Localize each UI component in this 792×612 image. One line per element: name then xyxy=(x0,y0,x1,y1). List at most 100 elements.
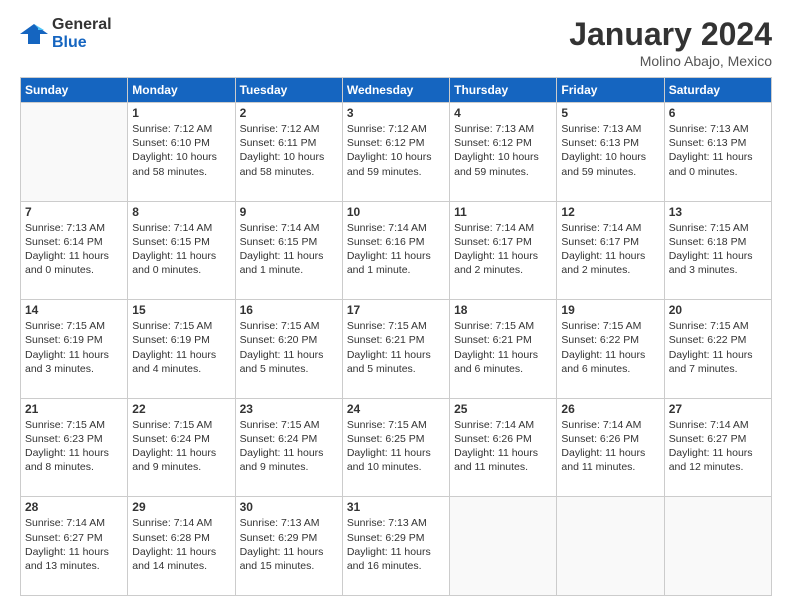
main-title: January 2024 xyxy=(569,16,772,53)
day-info: Sunrise: 7:13 AMSunset: 6:29 PMDaylight:… xyxy=(347,516,445,573)
day-number: 10 xyxy=(347,205,445,219)
day-number: 11 xyxy=(454,205,552,219)
day-number: 3 xyxy=(347,106,445,120)
table-row: 18 Sunrise: 7:15 AMSunset: 6:21 PMDayligh… xyxy=(450,300,557,399)
day-info: Sunrise: 7:15 AMSunset: 6:19 PMDaylight:… xyxy=(132,319,230,376)
table-row: 19 Sunrise: 7:15 AMSunset: 6:22 PMDayligh… xyxy=(557,300,664,399)
day-number: 28 xyxy=(25,500,123,514)
day-number: 19 xyxy=(561,303,659,317)
calendar-week-row: 1 Sunrise: 7:12 AMSunset: 6:10 PMDaylight… xyxy=(21,103,772,202)
table-row: 15 Sunrise: 7:15 AMSunset: 6:19 PMDayligh… xyxy=(128,300,235,399)
day-info: Sunrise: 7:12 AMSunset: 6:12 PMDaylight:… xyxy=(347,122,445,179)
calendar-week-row: 14 Sunrise: 7:15 AMSunset: 6:19 PMDayligh… xyxy=(21,300,772,399)
table-row xyxy=(450,497,557,596)
day-info: Sunrise: 7:13 AMSunset: 6:14 PMDaylight:… xyxy=(25,221,123,278)
day-info: Sunrise: 7:13 AMSunset: 6:13 PMDaylight:… xyxy=(669,122,767,179)
day-number: 15 xyxy=(132,303,230,317)
page: General Blue January 2024 Molino Abajo, … xyxy=(0,0,792,612)
header-friday: Friday xyxy=(557,78,664,103)
calendar-header-row: Sunday Monday Tuesday Wednesday Thursday… xyxy=(21,78,772,103)
title-block: January 2024 Molino Abajo, Mexico xyxy=(569,16,772,69)
day-info: Sunrise: 7:15 AMSunset: 6:24 PMDaylight:… xyxy=(240,418,338,475)
day-info: Sunrise: 7:15 AMSunset: 6:21 PMDaylight:… xyxy=(454,319,552,376)
header-thursday: Thursday xyxy=(450,78,557,103)
day-info: Sunrise: 7:12 AMSunset: 6:10 PMDaylight:… xyxy=(132,122,230,179)
header-saturday: Saturday xyxy=(664,78,771,103)
day-info: Sunrise: 7:13 AMSunset: 6:13 PMDaylight:… xyxy=(561,122,659,179)
day-info: Sunrise: 7:14 AMSunset: 6:27 PMDaylight:… xyxy=(25,516,123,573)
day-number: 29 xyxy=(132,500,230,514)
logo-general-text: General xyxy=(52,16,112,34)
table-row: 9Sunrise: 7:14 AMSunset: 6:15 PMDaylight… xyxy=(235,201,342,300)
table-row: 17Sunrise: 7:15 AMSunset: 6:21 PMDayligh… xyxy=(342,300,449,399)
table-row: 31 Sunrise: 7:13 AMSunset: 6:29 PMDayligh… xyxy=(342,497,449,596)
day-number: 23 xyxy=(240,402,338,416)
logo-bird-icon xyxy=(20,20,48,48)
day-number: 26 xyxy=(561,402,659,416)
table-row: 3 Sunrise: 7:12 AMSunset: 6:12 PMDaylight… xyxy=(342,103,449,202)
table-row xyxy=(664,497,771,596)
day-info: Sunrise: 7:14 AMSunset: 6:17 PMDaylight:… xyxy=(561,221,659,278)
table-row: 1 Sunrise: 7:12 AMSunset: 6:10 PMDaylight… xyxy=(128,103,235,202)
day-info: Sunrise: 7:14 AMSunset: 6:15 PMDaylight:… xyxy=(240,221,338,278)
day-number: 25 xyxy=(454,402,552,416)
header: General Blue January 2024 Molino Abajo, … xyxy=(20,16,772,69)
table-row: 6Sunrise: 7:13 AMSunset: 6:13 PMDaylight… xyxy=(664,103,771,202)
table-row: 7 Sunrise: 7:13 AMSunset: 6:14 PMDaylight… xyxy=(21,201,128,300)
logo-blue-text: Blue xyxy=(52,34,112,52)
day-number: 7 xyxy=(25,205,123,219)
header-tuesday: Tuesday xyxy=(235,78,342,103)
day-info: Sunrise: 7:14 AMSunset: 6:28 PMDaylight:… xyxy=(132,516,230,573)
table-row: 14 Sunrise: 7:15 AMSunset: 6:19 PMDayligh… xyxy=(21,300,128,399)
calendar-week-row: 21 Sunrise: 7:15 AMSunset: 6:23 PMDayligh… xyxy=(21,398,772,497)
logo-text: General Blue xyxy=(52,16,112,51)
day-number: 31 xyxy=(347,500,445,514)
day-number: 16 xyxy=(240,303,338,317)
day-number: 1 xyxy=(132,106,230,120)
table-row: 27 Sunrise: 7:14 AMSunset: 6:27 PMDayligh… xyxy=(664,398,771,497)
table-row: 28 Sunrise: 7:14 AMSunset: 6:27 PMDayligh… xyxy=(21,497,128,596)
table-row xyxy=(557,497,664,596)
day-info: Sunrise: 7:15 AMSunset: 6:23 PMDaylight:… xyxy=(25,418,123,475)
table-row: 29 Sunrise: 7:14 AMSunset: 6:28 PMDayligh… xyxy=(128,497,235,596)
calendar-table: Sunday Monday Tuesday Wednesday Thursday… xyxy=(20,77,772,596)
table-row: 13Sunrise: 7:15 AMSunset: 6:18 PMDayligh… xyxy=(664,201,771,300)
day-number: 20 xyxy=(669,303,767,317)
day-number: 27 xyxy=(669,402,767,416)
day-number: 12 xyxy=(561,205,659,219)
table-row: 5Sunrise: 7:13 AMSunset: 6:13 PMDaylight… xyxy=(557,103,664,202)
table-row: 22 Sunrise: 7:15 AMSunset: 6:24 PMDayligh… xyxy=(128,398,235,497)
day-info: Sunrise: 7:13 AMSunset: 6:29 PMDaylight:… xyxy=(240,516,338,573)
header-sunday: Sunday xyxy=(21,78,128,103)
day-info: Sunrise: 7:14 AMSunset: 6:26 PMDaylight:… xyxy=(454,418,552,475)
day-info: Sunrise: 7:15 AMSunset: 6:24 PMDaylight:… xyxy=(132,418,230,475)
day-number: 2 xyxy=(240,106,338,120)
day-info: Sunrise: 7:15 AMSunset: 6:19 PMDaylight:… xyxy=(25,319,123,376)
table-row: 4Sunrise: 7:13 AMSunset: 6:12 PMDaylight… xyxy=(450,103,557,202)
day-info: Sunrise: 7:15 AMSunset: 6:25 PMDaylight:… xyxy=(347,418,445,475)
table-row: 16 Sunrise: 7:15 AMSunset: 6:20 PMDayligh… xyxy=(235,300,342,399)
table-row: 24 Sunrise: 7:15 AMSunset: 6:25 PMDayligh… xyxy=(342,398,449,497)
table-row: 23 Sunrise: 7:15 AMSunset: 6:24 PMDayligh… xyxy=(235,398,342,497)
table-row: 26Sunrise: 7:14 AMSunset: 6:26 PMDayligh… xyxy=(557,398,664,497)
day-number: 22 xyxy=(132,402,230,416)
logo: General Blue xyxy=(20,16,112,51)
table-row: 12 Sunrise: 7:14 AMSunset: 6:17 PMDayligh… xyxy=(557,201,664,300)
day-number: 21 xyxy=(25,402,123,416)
day-info: Sunrise: 7:12 AMSunset: 6:11 PMDaylight:… xyxy=(240,122,338,179)
calendar-week-row: 7 Sunrise: 7:13 AMSunset: 6:14 PMDaylight… xyxy=(21,201,772,300)
day-number: 18 xyxy=(454,303,552,317)
subtitle: Molino Abajo, Mexico xyxy=(569,53,772,69)
table-row: 2 Sunrise: 7:12 AMSunset: 6:11 PMDaylight… xyxy=(235,103,342,202)
day-info: Sunrise: 7:14 AMSunset: 6:17 PMDaylight:… xyxy=(454,221,552,278)
day-info: Sunrise: 7:15 AMSunset: 6:18 PMDaylight:… xyxy=(669,221,767,278)
table-row: 8Sunrise: 7:14 AMSunset: 6:15 PMDaylight… xyxy=(128,201,235,300)
table-row: 10Sunrise: 7:14 AMSunset: 6:16 PMDayligh… xyxy=(342,201,449,300)
day-info: Sunrise: 7:15 AMSunset: 6:22 PMDaylight:… xyxy=(561,319,659,376)
day-info: Sunrise: 7:14 AMSunset: 6:27 PMDaylight:… xyxy=(669,418,767,475)
day-number: 14 xyxy=(25,303,123,317)
day-number: 24 xyxy=(347,402,445,416)
table-row: 11 Sunrise: 7:14 AMSunset: 6:17 PMDayligh… xyxy=(450,201,557,300)
header-wednesday: Wednesday xyxy=(342,78,449,103)
day-info: Sunrise: 7:15 AMSunset: 6:20 PMDaylight:… xyxy=(240,319,338,376)
